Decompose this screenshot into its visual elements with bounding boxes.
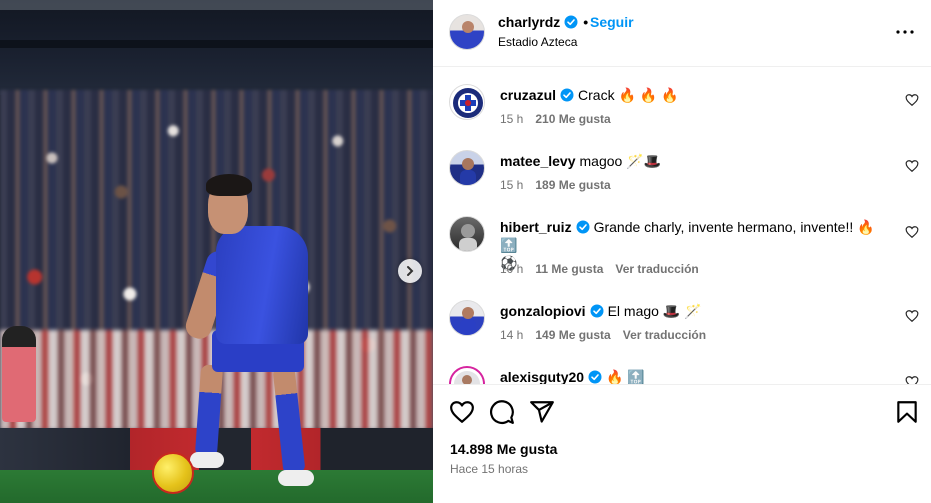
comment-body: gonzalopiovi El mago 🎩 🪄 bbox=[500, 302, 890, 320]
heart-icon[interactable] bbox=[905, 309, 919, 323]
post-header: charlyrdz • Seguir Estadio Azteca bbox=[433, 0, 931, 67]
chevron-right-icon bbox=[407, 266, 414, 276]
verified-badge-icon bbox=[576, 220, 590, 234]
avatar-photo-icon bbox=[459, 224, 477, 251]
verified-badge-icon bbox=[590, 304, 604, 318]
avatar-photo-icon bbox=[454, 371, 480, 384]
soccer-ball bbox=[152, 452, 194, 494]
comment-meta: 15 h 189 Me gusta bbox=[500, 178, 623, 192]
cruz-azul-logo-icon bbox=[453, 88, 483, 118]
bookmark-icon[interactable] bbox=[894, 399, 920, 425]
comment-username[interactable]: alexisguty20 bbox=[500, 369, 584, 384]
heart-icon[interactable] bbox=[905, 93, 919, 107]
comment-meta: 14 h 149 Me gusta Ver traducción bbox=[500, 328, 718, 342]
post-location[interactable]: Estadio Azteca bbox=[498, 35, 577, 49]
see-translation-link[interactable]: Ver traducción bbox=[615, 262, 698, 276]
comment-time: 15 h bbox=[500, 112, 524, 126]
post-actions: 14.898 Me gusta Hace 15 horas bbox=[433, 384, 931, 503]
comment-time: 15 h bbox=[500, 178, 524, 192]
next-photo-button[interactable] bbox=[398, 259, 422, 283]
comment-likes[interactable]: 189 Me gusta bbox=[535, 178, 610, 192]
heart-icon[interactable] bbox=[905, 375, 919, 384]
heart-icon[interactable] bbox=[905, 159, 919, 173]
comment-text: El mago 🎩 🪄 bbox=[607, 303, 702, 319]
comment-bubble-icon[interactable] bbox=[489, 399, 515, 425]
more-options-button[interactable] bbox=[893, 22, 917, 42]
comment-text: magoo 🪄🎩 bbox=[579, 153, 662, 169]
heart-icon[interactable] bbox=[449, 399, 475, 425]
post-side-panel: charlyrdz • Seguir Estadio Azteca cruzazu… bbox=[433, 0, 931, 503]
follow-button[interactable]: Seguir bbox=[590, 14, 634, 30]
commenter-avatar[interactable] bbox=[449, 84, 485, 120]
comments-list[interactable]: cruzazul Crack 🔥 🔥 🔥 15 h 210 Me gusta mat… bbox=[433, 68, 931, 384]
comment-username[interactable]: cruzazul bbox=[500, 87, 556, 103]
paper-plane-icon[interactable] bbox=[529, 399, 555, 425]
author-username[interactable]: charlyrdz bbox=[498, 14, 560, 30]
avatar-photo-icon bbox=[460, 307, 476, 335]
comment-body: cruzazul Crack 🔥 🔥 🔥 bbox=[500, 86, 890, 104]
verified-badge-icon bbox=[588, 370, 602, 384]
comment-likes[interactable]: 149 Me gusta bbox=[535, 328, 610, 342]
post-photo[interactable] bbox=[0, 0, 433, 503]
commenter-avatar[interactable] bbox=[449, 300, 485, 336]
comment-meta: 10 h 11 Me gusta Ver traducción bbox=[500, 262, 711, 276]
comment-username[interactable]: matee_levy bbox=[500, 153, 576, 169]
comment-body: alexisguty20 🔥 🔝 bbox=[500, 368, 890, 384]
stadium-roof bbox=[0, 0, 433, 95]
post-timestamp[interactable]: Hace 15 horas bbox=[450, 462, 528, 476]
see-translation-link[interactable]: Ver traducción bbox=[623, 328, 706, 342]
author-username-row: charlyrdz • bbox=[498, 14, 593, 30]
header-separator: • bbox=[583, 14, 589, 30]
verified-badge-icon bbox=[564, 15, 578, 29]
comment-meta: 15 h 210 Me gusta bbox=[500, 112, 623, 126]
comment-username[interactable]: gonzalopiovi bbox=[500, 303, 586, 319]
comment-body: matee_levy magoo 🪄🎩 bbox=[500, 152, 890, 170]
commenter-avatar[interactable] bbox=[449, 366, 485, 384]
comment-likes[interactable]: 210 Me gusta bbox=[535, 112, 610, 126]
comment-time: 10 h bbox=[500, 262, 524, 276]
heart-icon[interactable] bbox=[905, 225, 919, 239]
spectator-figure bbox=[2, 326, 36, 422]
comment-text: 🔥 🔝 bbox=[606, 369, 645, 384]
player-figure bbox=[150, 170, 320, 500]
likes-count[interactable]: 14.898 Me gusta bbox=[450, 441, 557, 457]
more-options-icon bbox=[896, 30, 914, 34]
commenter-avatar[interactable] bbox=[449, 150, 485, 186]
commenter-avatar[interactable] bbox=[449, 216, 485, 252]
comment-likes[interactable]: 11 Me gusta bbox=[535, 262, 603, 276]
comment-username[interactable]: hibert_ruiz bbox=[500, 219, 572, 235]
avatar-photo-icon bbox=[460, 158, 476, 185]
author-avatar[interactable] bbox=[449, 14, 485, 50]
verified-badge-icon bbox=[560, 88, 574, 102]
comment-text: Crack 🔥 🔥 🔥 bbox=[578, 87, 679, 103]
comment-time: 14 h bbox=[500, 328, 524, 342]
